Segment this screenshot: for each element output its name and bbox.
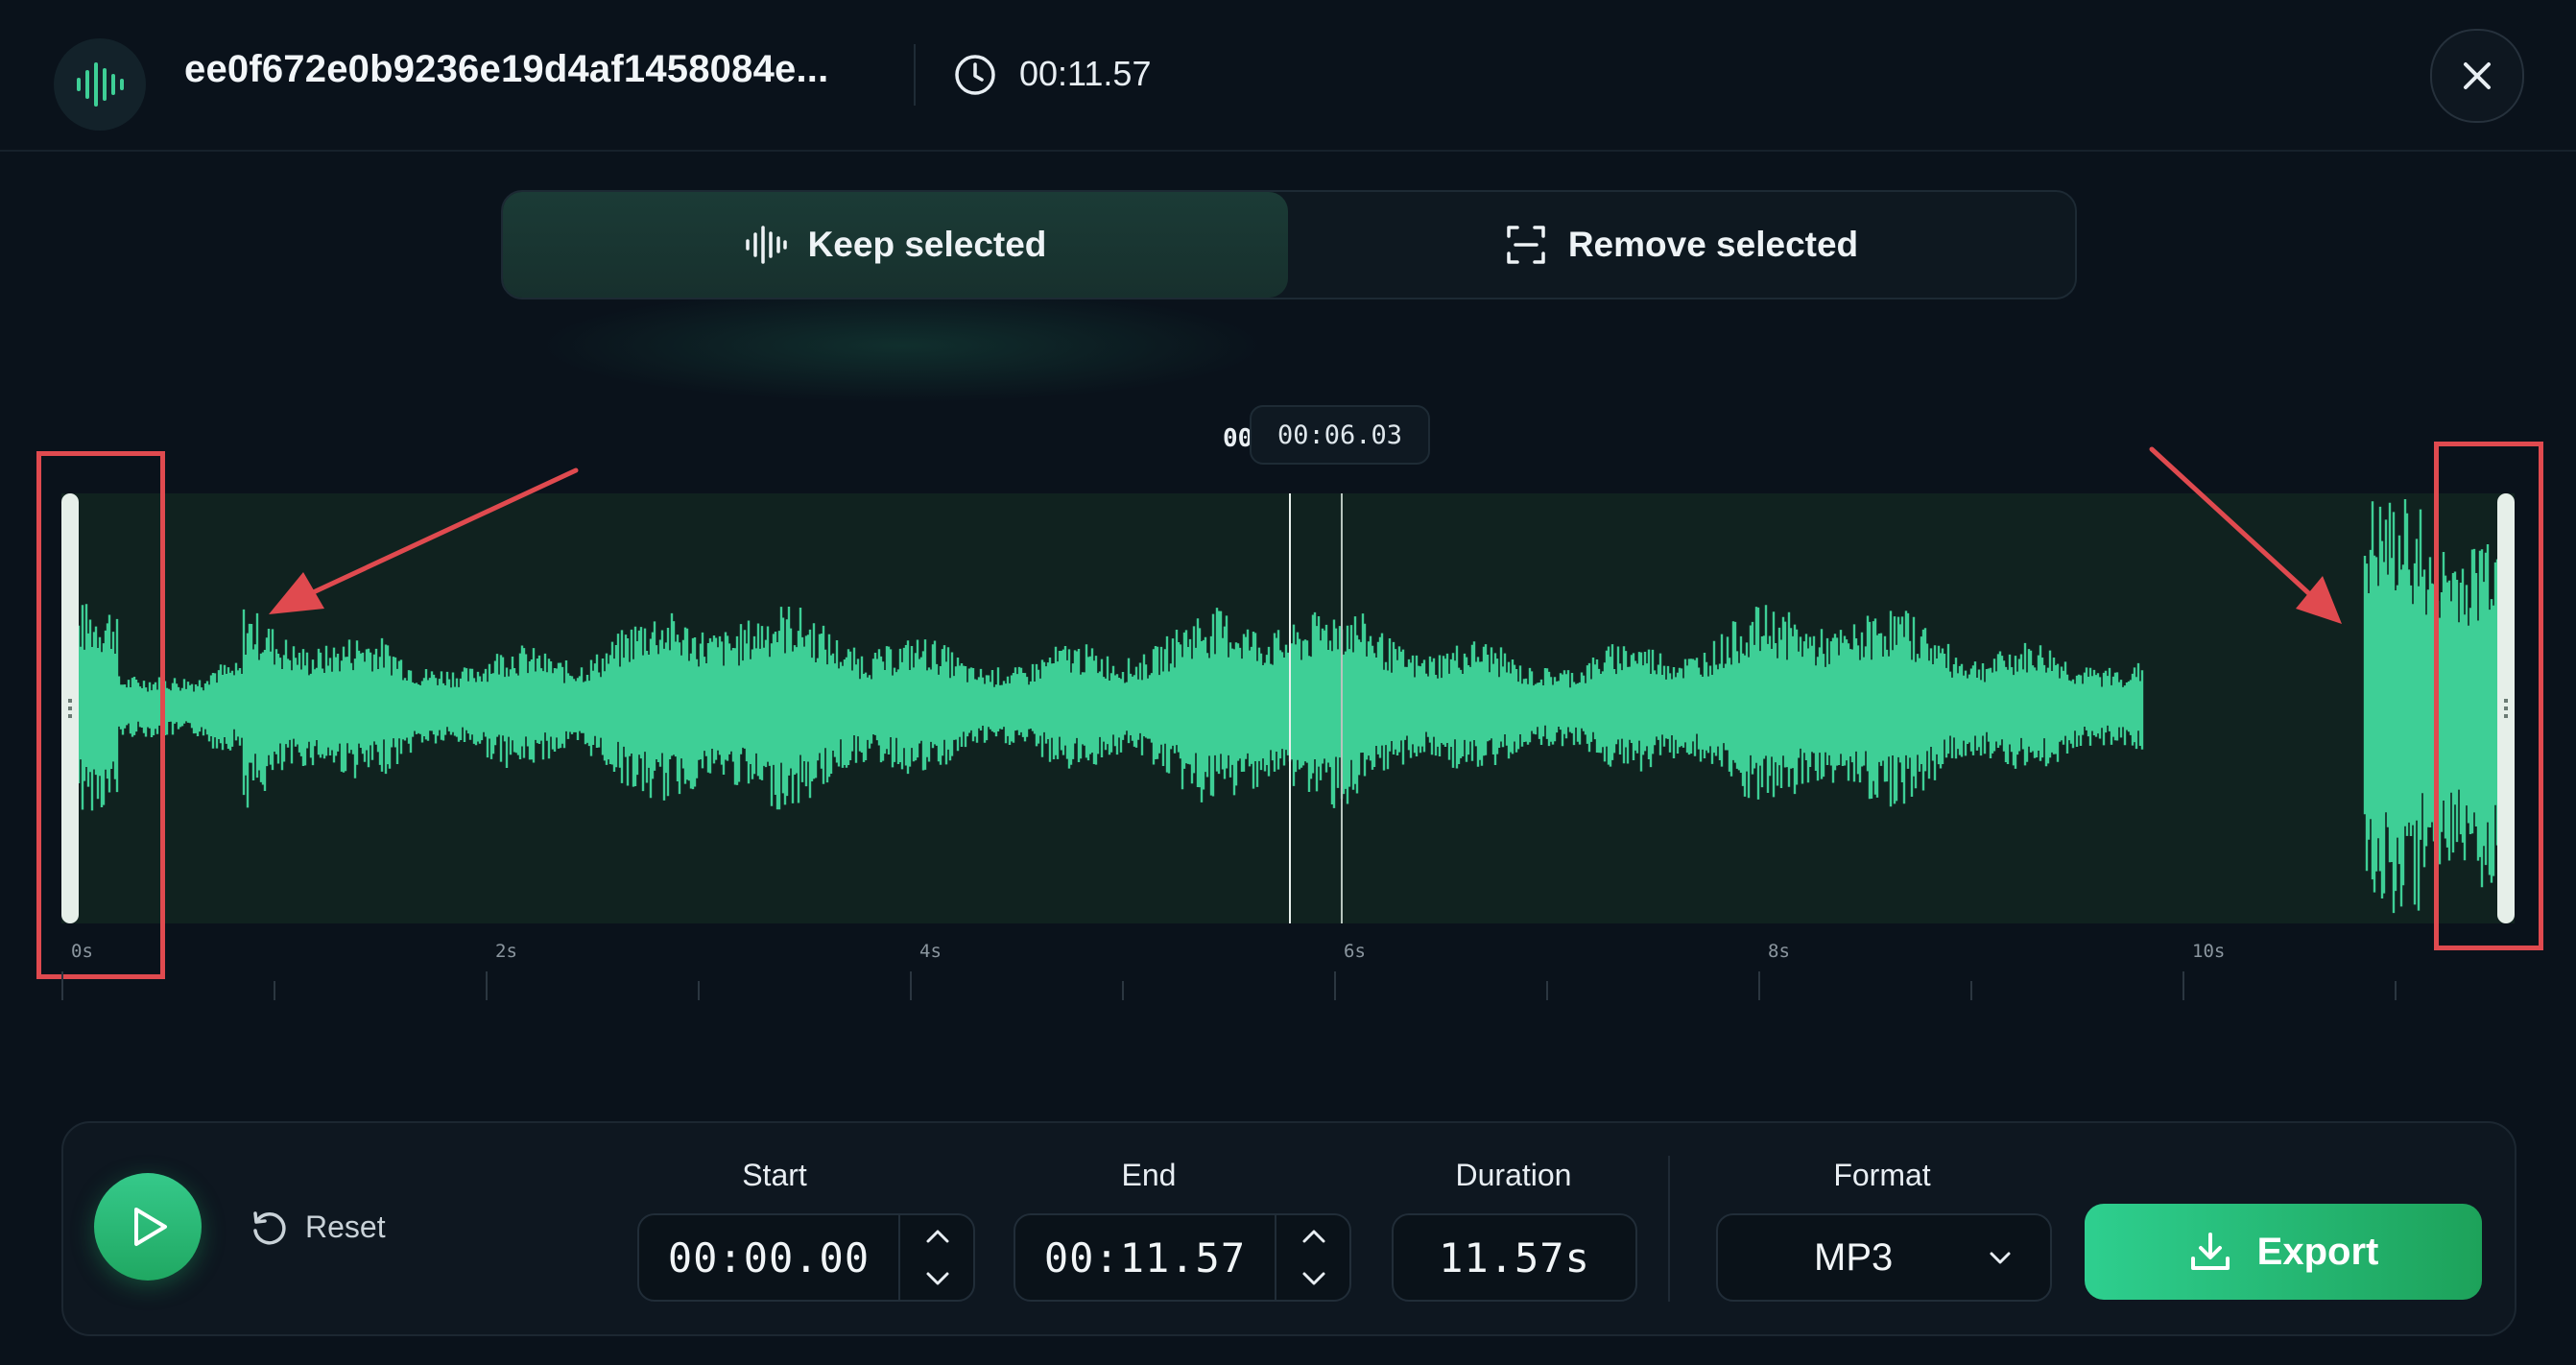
end-label: End	[1121, 1158, 1177, 1192]
duration-field: 11.57s	[1392, 1213, 1637, 1302]
timeline-tick	[2182, 971, 2184, 1000]
download-icon	[2190, 1233, 2230, 1270]
duration-label: Duration	[1455, 1158, 1572, 1192]
start-time-field[interactable]: 00:00.00	[637, 1213, 975, 1302]
tick-label: 4s	[919, 941, 942, 962]
end-stepper	[1275, 1215, 1351, 1300]
tick-label: 0s	[71, 941, 93, 962]
export-label: Export	[2256, 1230, 2379, 1273]
reset-icon	[253, 1211, 286, 1245]
start-time-value[interactable]: 00:00.00	[639, 1215, 898, 1300]
timeline-tick	[486, 971, 488, 1000]
duration-value: 11.57s	[1439, 1233, 1590, 1281]
format-select[interactable]: MP3	[1716, 1213, 2052, 1302]
end-time-field[interactable]: 00:11.57	[1014, 1213, 1351, 1302]
timeline-tick	[1334, 971, 1336, 1000]
start-stepper	[898, 1215, 975, 1300]
timeline-ruler: 0s 2s 4s 6s 8s 10s	[61, 941, 2515, 1002]
timeline-tick	[2395, 981, 2397, 1000]
audio-trimmer-window: ee0f672e0b9236e19d4af1458084e... 00:11.5…	[0, 0, 2576, 1365]
export-button[interactable]: Export	[2085, 1204, 2482, 1300]
end-time-value[interactable]: 00:11.57	[1015, 1215, 1275, 1300]
timeline-tick	[1758, 971, 1760, 1000]
play-icon	[134, 1208, 167, 1246]
chevron-up-icon	[926, 1230, 949, 1243]
start-decrement-button[interactable]	[900, 1257, 975, 1300]
reset-button[interactable]: Reset	[248, 1206, 386, 1248]
reset-label: Reset	[305, 1209, 386, 1244]
play-button[interactable]	[94, 1173, 202, 1281]
timeline-tick	[698, 981, 700, 1000]
end-decrement-button[interactable]	[1276, 1257, 1351, 1300]
format-label: Format	[1833, 1158, 1931, 1192]
chevron-down-icon	[1990, 1252, 2011, 1264]
end-increment-button[interactable]	[1276, 1215, 1351, 1257]
chevron-down-icon	[1302, 1272, 1325, 1285]
controls-divider	[1668, 1156, 1670, 1302]
start-increment-button[interactable]	[900, 1215, 975, 1257]
tick-label: 10s	[2192, 941, 2226, 962]
timeline-tick	[910, 971, 912, 1000]
tick-label: 2s	[495, 941, 517, 962]
chevron-up-icon	[1302, 1230, 1325, 1243]
timeline-tick	[1970, 981, 1972, 1000]
format-value: MP3	[1814, 1235, 1894, 1279]
control-bar: Reset Start 00:00.00 End 00:11.57 Durati…	[61, 1121, 2516, 1336]
timeline-tick	[1122, 981, 1124, 1000]
tick-label: 8s	[1768, 941, 1790, 962]
start-label: Start	[742, 1158, 807, 1192]
timeline-tick	[61, 971, 63, 1000]
chevron-down-icon	[926, 1272, 949, 1285]
timeline-tick	[1546, 981, 1548, 1000]
timeline-tick	[274, 981, 275, 1000]
tick-label: 6s	[1344, 941, 1366, 962]
